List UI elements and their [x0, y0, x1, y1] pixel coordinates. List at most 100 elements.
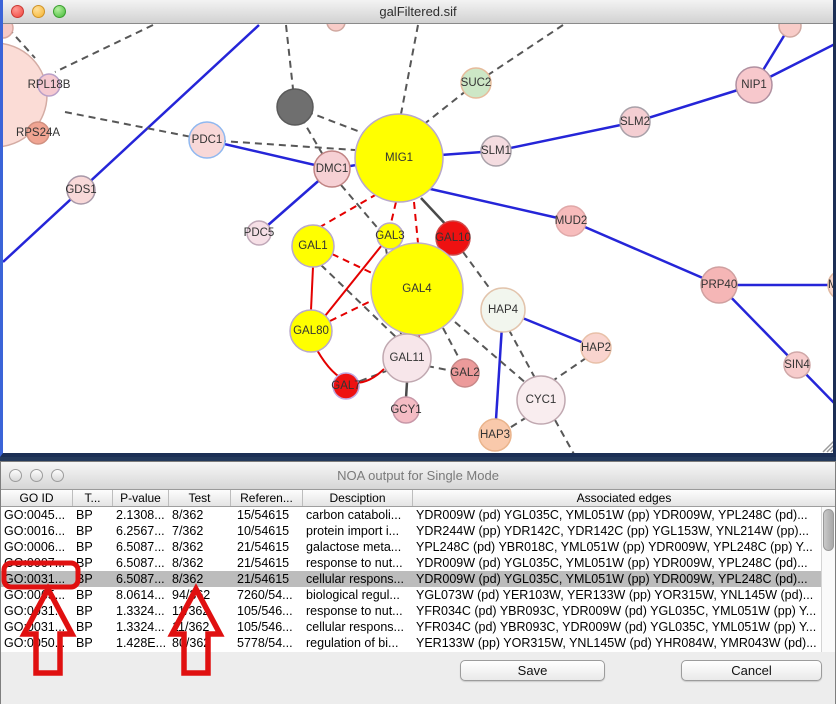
node-NIP1[interactable]: NIP1	[736, 67, 772, 103]
table-row-selected[interactable]: GO:0031...BP6.5087...8/36221/54615cellul…	[1, 571, 823, 587]
cell-pvalue: 6.2567...	[113, 524, 169, 538]
node-GAL7[interactable]: GAL7	[331, 373, 360, 399]
edge-gray-dashed[interactable]	[427, 366, 453, 371]
node-label: SUC2	[461, 77, 492, 89]
edge-gray-dashed[interactable]	[443, 328, 461, 362]
node-topright-clipped[interactable]	[779, 24, 801, 37]
node-HAP2[interactable]: HAP2	[581, 333, 611, 363]
vertical-scrollbar[interactable]	[821, 507, 835, 652]
node-HAP3[interactable]: HAP3	[479, 419, 511, 451]
cell-desc: regulation of bi...	[303, 636, 413, 650]
zoom-button[interactable]	[51, 469, 64, 482]
table-row[interactable]: GO:0065...BP8.0614...94/3627260/54...bio…	[1, 587, 823, 603]
node-GAL2[interactable]: GAL2	[450, 359, 479, 387]
cell-ref: 21/54615	[231, 556, 303, 570]
table-row[interactable]: GO:0031...BP1.3324...11/362105/546...res…	[1, 603, 823, 619]
cell-edges: YDR009W (pd) YGL035C, YML051W (pp) YDR00…	[413, 556, 818, 570]
edge-dark[interactable]	[406, 382, 407, 398]
minimize-button[interactable]	[32, 5, 45, 18]
noa-output-window: NOA output for Single Mode GO ID T... P-…	[0, 461, 836, 704]
edge-red-dashed[interactable]	[414, 202, 418, 243]
table-row[interactable]: GO:0006...BP6.5087...8/36221/54615galact…	[1, 539, 823, 555]
edge-gray-dashed[interactable]	[55, 25, 153, 72]
edge-gray-dashed[interactable]	[551, 356, 589, 382]
node-GCY1[interactable]: GCY1	[390, 397, 421, 423]
cell-type: BP	[73, 508, 113, 522]
cell-test: 8/362	[169, 508, 231, 522]
resize-handle-icon[interactable]	[823, 440, 833, 452]
cell-pvalue: 8.0614...	[113, 588, 169, 602]
node-MUD2[interactable]: MUD2	[555, 206, 588, 236]
node-GDS1[interactable]: GDS1	[65, 176, 96, 204]
network-graph[interactable]: RPL18BRPS24AGDS1PDC1DMC1MIG1SUC2SLM1SLM2…	[3, 24, 833, 453]
node-MIG1[interactable]: MIG1	[355, 114, 443, 202]
node-top-clipped[interactable]	[327, 24, 345, 31]
column-header-type[interactable]: T...	[73, 490, 113, 506]
column-header-description[interactable]: Desciption	[303, 490, 413, 506]
node-label: HAP2	[581, 342, 611, 354]
node-GAL11[interactable]: GAL11	[383, 334, 431, 382]
results-table[interactable]: GO:0045...BP2.1308...8/36215/54615carbon…	[1, 507, 823, 652]
edge-gray-dashed[interactable]	[508, 417, 527, 429]
cell-ref: 7260/54...	[231, 588, 303, 602]
cell-test: 80/362	[169, 636, 231, 650]
node-corner-clipped[interactable]	[3, 24, 13, 38]
network-edges[interactable]	[3, 25, 833, 453]
node-SLM2[interactable]: SLM2	[620, 107, 650, 137]
column-header-pvalue[interactable]: P-value	[113, 490, 169, 506]
close-button[interactable]	[11, 5, 24, 18]
network-nodes[interactable]: RPL18BRPS24AGDS1PDC1DMC1MIG1SUC2SLM1SLM2…	[3, 24, 833, 451]
cell-pvalue: 1.3324...	[113, 620, 169, 634]
network-window: galFiltered.sif RPL18BRPS24AGDS1PDC1DMC1…	[0, 0, 836, 457]
node-PRP40[interactable]: PRP40	[701, 267, 737, 303]
column-header-reference[interactable]: Referen...	[231, 490, 303, 506]
table-row[interactable]: GO:0007...BP6.5087...8/36221/54615respon…	[1, 555, 823, 571]
node-label: GAL3	[375, 230, 404, 242]
node-HAP4[interactable]: HAP4	[481, 288, 525, 332]
node-GAL3[interactable]: GAL3	[375, 223, 404, 249]
cell-type: BP	[73, 588, 113, 602]
network-window-title: galFiltered.sif	[379, 4, 456, 19]
node-CYC1[interactable]: CYC1	[517, 376, 565, 424]
noa-titlebar[interactable]: NOA output for Single Mode	[1, 462, 835, 490]
edge-red-dashed[interactable]	[320, 194, 377, 227]
edge-gray-dashed[interactable]	[65, 112, 207, 140]
edge-gray-dashed[interactable]	[463, 252, 493, 293]
cancel-button[interactable]: Cancel	[681, 660, 822, 681]
node-GAL80[interactable]: GAL80	[290, 310, 332, 352]
node-gray[interactable]	[277, 89, 313, 125]
edge-gray-dashed[interactable]	[555, 420, 575, 453]
node-MSL1[interactable]: MSL1	[828, 270, 833, 300]
column-header-associated-edges[interactable]: Associated edges	[413, 490, 835, 506]
column-header-test[interactable]: Test	[169, 490, 231, 506]
node-SLM1[interactable]: SLM1	[481, 136, 511, 166]
cell-desc: response to nut...	[303, 604, 413, 618]
zoom-button[interactable]	[53, 5, 66, 18]
minimize-button[interactable]	[30, 469, 43, 482]
save-button[interactable]: Save	[460, 660, 605, 681]
cell-pvalue: 6.5087...	[113, 572, 169, 586]
edge-red[interactable]	[311, 267, 313, 310]
network-titlebar[interactable]: galFiltered.sif	[3, 0, 833, 24]
node-SUC2[interactable]: SUC2	[461, 68, 492, 98]
table-row[interactable]: GO:0031...BP1.3324...11/362105/546...cel…	[1, 619, 823, 635]
edge-red-dashed[interactable]	[391, 202, 396, 223]
table-row[interactable]: GO:0045...BP2.1308...8/36215/54615carbon…	[1, 507, 823, 523]
table-row[interactable]: GO:0050...BP1.428E...80/3625778/54...reg…	[1, 635, 823, 651]
edge-blue[interactable]	[571, 221, 719, 285]
cell-desc: carbon cataboli...	[303, 508, 413, 522]
node-SIN4[interactable]: SIN4	[784, 352, 810, 378]
node-GAL4[interactable]: GAL4	[371, 243, 463, 335]
cell-pvalue: 1.428E...	[113, 636, 169, 650]
node-GAL1[interactable]: GAL1	[292, 225, 334, 267]
cell-type: BP	[73, 556, 113, 570]
column-header-go-id[interactable]: GO ID	[1, 490, 73, 506]
node-DMC1[interactable]: DMC1	[314, 151, 350, 187]
cell-edges: YDR244W (pp) YDR142C, YDR142C (pp) YGL15…	[413, 524, 818, 538]
edge-blue[interactable]	[496, 122, 635, 151]
scrollbar-thumb[interactable]	[823, 509, 834, 551]
node-PDC1[interactable]: PDC1	[189, 122, 225, 158]
table-row[interactable]: GO:0016...BP6.2567...7/36210/54615protei…	[1, 523, 823, 539]
edge-gray-dashed[interactable]	[401, 25, 418, 114]
close-button[interactable]	[9, 469, 22, 482]
